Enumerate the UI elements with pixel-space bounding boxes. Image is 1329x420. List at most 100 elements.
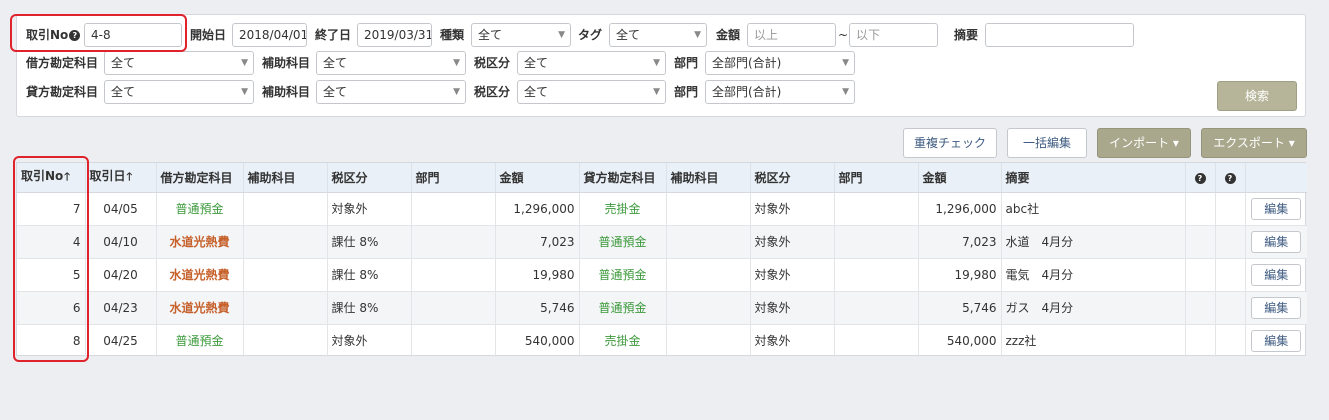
flag-cell-1 bbox=[1184, 291, 1215, 325]
caret-down-icon: ▼ bbox=[694, 30, 701, 40]
table-row: 5 04/20 水道光熱費 課仕 8% 19,980 普通預金 対象外 19,9… bbox=[17, 258, 1307, 292]
amount-max-input[interactable]: 以下 bbox=[849, 23, 938, 47]
memo-cell: 電気 4月分 bbox=[1000, 258, 1185, 292]
question-circle-icon[interactable]: ? bbox=[1194, 173, 1206, 185]
end-date-input[interactable]: 2019/03/31 bbox=[357, 23, 432, 47]
credit-amount-cell: 7,023 bbox=[917, 225, 1001, 259]
caret-down-icon: ▼ bbox=[453, 58, 460, 68]
arrow-up-icon: 🡑 bbox=[64, 170, 71, 184]
credit-sub-cell bbox=[665, 225, 750, 259]
export-button[interactable]: エクスポート ▾ bbox=[1201, 128, 1307, 158]
caret-down-icon: ▼ bbox=[842, 58, 849, 68]
credit-tax-cell: 対象外 bbox=[749, 324, 834, 357]
journal-table: 取引No🡑 取引日🡑 借方勘定科目 補助科目 税区分 部門 金額 貸方勘定科目 … bbox=[17, 163, 1307, 357]
credit-dept-cell bbox=[833, 324, 918, 357]
type-select[interactable]: 全て ▼ bbox=[471, 23, 571, 47]
arrow-up-icon: 🡑 bbox=[126, 170, 133, 184]
credit-sub-select[interactable]: 全て ▼ bbox=[316, 80, 466, 104]
debit-tax-select-value: 全て bbox=[524, 56, 549, 70]
bulk-edit-button[interactable]: 一括編集 bbox=[1007, 128, 1087, 158]
credit-tax-select[interactable]: 全て ▼ bbox=[517, 80, 666, 104]
col-memo: 摘要 bbox=[1000, 163, 1185, 193]
debit-amount-cell: 1,296,000 bbox=[494, 192, 579, 226]
edit-button[interactable]: 編集 bbox=[1251, 230, 1302, 253]
col-txn-no[interactable]: 取引No🡑 bbox=[17, 163, 85, 193]
credit-sub-cell bbox=[665, 192, 750, 226]
edit-button[interactable]: 編集 bbox=[1251, 296, 1302, 319]
memo-input[interactable] bbox=[985, 23, 1134, 47]
col-credit-account: 貸方勘定科目 bbox=[578, 163, 666, 193]
debit-sub-cell bbox=[242, 324, 327, 357]
debit-account-cell: 水道光熱費 bbox=[155, 258, 243, 292]
credit-account-select-value: 全て bbox=[111, 85, 136, 99]
start-date-label: 開始日 bbox=[190, 28, 227, 42]
caret-down-icon: ▼ bbox=[558, 30, 565, 40]
amount-min-input[interactable]: 以上 bbox=[747, 23, 836, 47]
memo-cell: abc社 bbox=[1000, 192, 1185, 226]
txn-no-cell: 7 bbox=[17, 192, 85, 226]
credit-account-cell: 普通預金 bbox=[578, 291, 666, 325]
col-debit-dept: 部門 bbox=[410, 163, 495, 193]
table-header-row: 取引No🡑 取引日🡑 借方勘定科目 補助科目 税区分 部門 金額 貸方勘定科目 … bbox=[17, 163, 1307, 193]
debit-amount-cell: 19,980 bbox=[494, 258, 579, 292]
memo-cell: zzz社 bbox=[1000, 324, 1185, 357]
debit-amount-cell: 540,000 bbox=[494, 324, 579, 357]
question-circle-icon[interactable]: ? bbox=[69, 30, 81, 41]
search-button[interactable]: 検索 bbox=[1217, 81, 1297, 111]
debit-sub-cell bbox=[242, 258, 327, 292]
caret-down-icon: ▼ bbox=[653, 87, 660, 97]
duplicate-check-button[interactable]: 重複チェック bbox=[903, 128, 997, 158]
credit-sub-label: 補助科目 bbox=[262, 85, 311, 99]
flag-cell-1 bbox=[1184, 324, 1215, 357]
memo-cell: 水道 4月分 bbox=[1000, 225, 1185, 259]
edit-button[interactable]: 編集 bbox=[1251, 263, 1302, 286]
debit-account-select[interactable]: 全て ▼ bbox=[104, 51, 254, 75]
action-cell: 編集 bbox=[1244, 225, 1307, 259]
end-date-label: 終了日 bbox=[315, 28, 352, 42]
col-help-2: ? bbox=[1214, 163, 1245, 193]
debit-account-cell: 水道光熱費 bbox=[155, 291, 243, 325]
credit-tax-cell: 対象外 bbox=[749, 225, 834, 259]
credit-tax-cell: 対象外 bbox=[749, 258, 834, 292]
date-cell: 04/25 bbox=[84, 324, 156, 357]
edit-button[interactable]: 編集 bbox=[1251, 329, 1302, 352]
txn-no-input[interactable]: 4-8 bbox=[84, 23, 182, 47]
flag-cell-1 bbox=[1184, 258, 1215, 292]
col-debit-sub: 補助科目 bbox=[242, 163, 327, 193]
flag-cell-2 bbox=[1214, 291, 1245, 325]
caret-down-icon: ▼ bbox=[653, 58, 660, 68]
credit-sub-cell bbox=[665, 258, 750, 292]
edit-button[interactable]: 編集 bbox=[1251, 197, 1302, 220]
credit-dept-cell bbox=[833, 192, 918, 226]
caret-down-icon: ▼ bbox=[842, 87, 849, 97]
credit-tax-label: 税区分 bbox=[474, 85, 511, 99]
flag-cell-1 bbox=[1184, 192, 1215, 226]
memo-cell: ガス 4月分 bbox=[1000, 291, 1185, 325]
credit-account-cell: 普通預金 bbox=[578, 258, 666, 292]
txn-no-cell: 5 bbox=[17, 258, 85, 292]
debit-sub-select-value: 全て bbox=[323, 56, 348, 70]
debit-dept-select[interactable]: 全部門(合計) ▼ bbox=[705, 51, 855, 75]
credit-account-select[interactable]: 全て ▼ bbox=[104, 80, 254, 104]
credit-dept-select[interactable]: 全部門(合計) ▼ bbox=[705, 80, 855, 104]
tag-label: タグ bbox=[578, 28, 603, 42]
credit-amount-cell: 5,746 bbox=[917, 291, 1001, 325]
import-button[interactable]: インポート ▾ bbox=[1097, 128, 1191, 158]
memo-label: 摘要 bbox=[954, 28, 979, 42]
col-help-1: ? bbox=[1184, 163, 1215, 193]
debit-sub-select[interactable]: 全て ▼ bbox=[316, 51, 466, 75]
debit-tax-cell: 課仕 8% bbox=[326, 291, 411, 325]
credit-account-cell: 普通預金 bbox=[578, 225, 666, 259]
col-date[interactable]: 取引日🡑 bbox=[84, 163, 156, 193]
credit-sub-cell bbox=[665, 324, 750, 357]
credit-dept-label: 部門 bbox=[674, 85, 699, 99]
col-credit-sub: 補助科目 bbox=[665, 163, 750, 193]
debit-tax-select[interactable]: 全て ▼ bbox=[517, 51, 666, 75]
debit-account-cell: 普通預金 bbox=[155, 324, 243, 357]
start-date-input[interactable]: 2018/04/01 bbox=[232, 23, 307, 47]
credit-dept-cell bbox=[833, 225, 918, 259]
flag-cell-2 bbox=[1214, 192, 1245, 226]
debit-sub-label: 補助科目 bbox=[262, 56, 311, 70]
question-circle-icon[interactable]: ? bbox=[1224, 173, 1236, 185]
tag-select[interactable]: 全て ▼ bbox=[609, 23, 707, 47]
